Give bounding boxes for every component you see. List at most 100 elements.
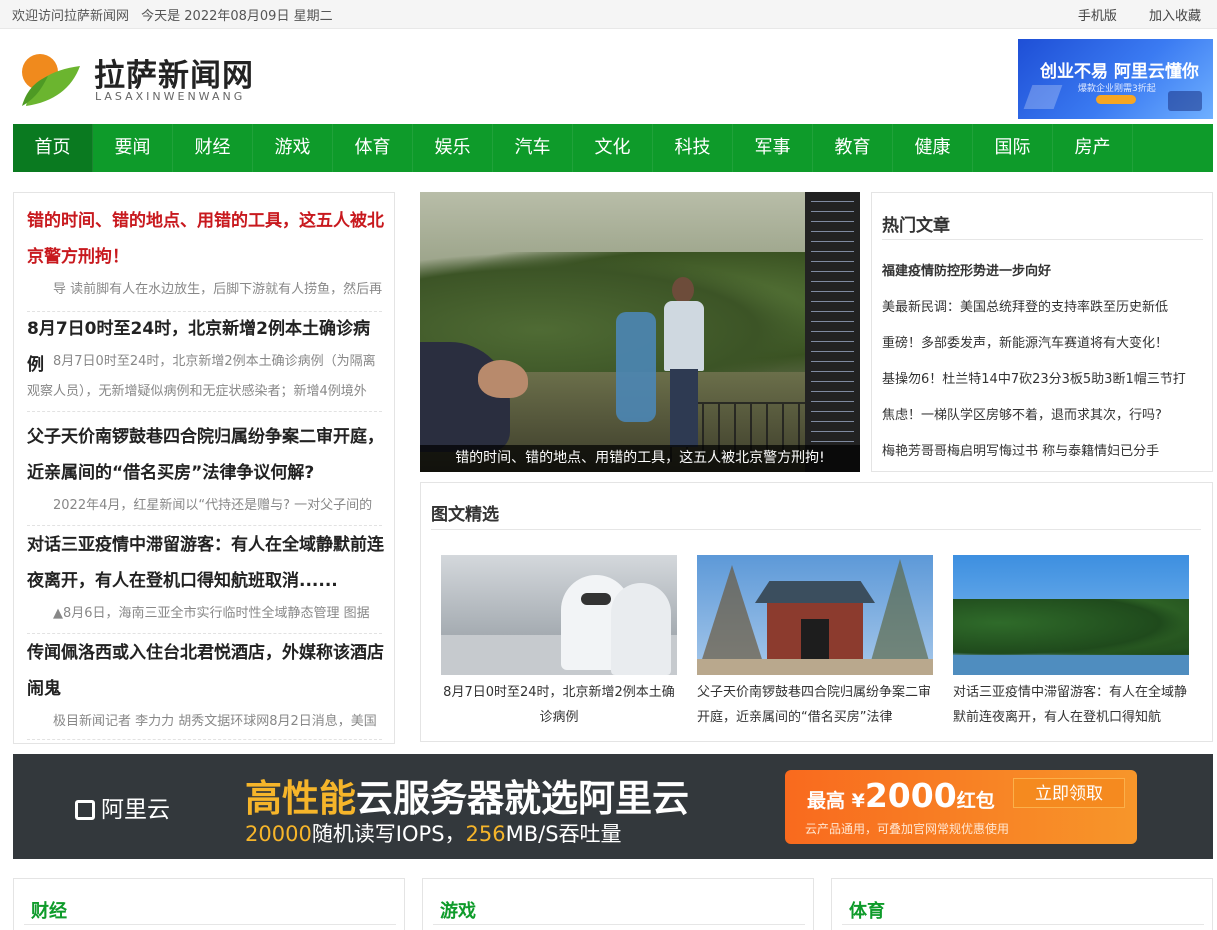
- photo-coat: [616, 312, 656, 422]
- section-title[interactable]: 体育: [849, 897, 885, 923]
- header-ad-button: [1096, 95, 1136, 104]
- nav-item[interactable]: 汽车: [493, 124, 573, 172]
- hot-article-link[interactable]: 美最新民调：美国总统拜登的支持率跌至历史新低: [882, 296, 1207, 315]
- coupon-prefix: 最高 ¥: [807, 790, 865, 812]
- divider: [24, 924, 396, 925]
- coupon-value: 2000: [864, 776, 957, 815]
- photo-hand: [478, 360, 528, 398]
- featured-caption[interactable]: 错的时间、错的地点、用错的工具，这五人被北京警方刑拘!: [420, 445, 860, 472]
- news-summary: 8月7日0时至24时，北京新增2例本土确诊病例（为隔离观察人员），无新增疑似病例…: [27, 354, 376, 399]
- nav-item[interactable]: 体育: [333, 124, 413, 172]
- ad-decoration: [1168, 91, 1202, 111]
- news-summary: 导 读前脚有人在水边放生，后脚下游就有人捞鱼，然后再: [53, 282, 383, 297]
- aliyun-brand: 阿里云: [101, 797, 170, 823]
- claim-coupon-button[interactable]: 立即领取: [1013, 778, 1125, 808]
- section-panel-sports: 体育: [831, 878, 1213, 930]
- nav-item[interactable]: 国际: [973, 124, 1053, 172]
- photo-pick-caption[interactable]: 8月7日0时至24时，北京新增2例本土确诊病例: [441, 680, 677, 730]
- photo-pick-card[interactable]: 父子天价南锣鼓巷四合院归属纷争案二审开庭，近亲属间的“借名买房”法律: [697, 555, 933, 730]
- nav-item[interactable]: 教育: [813, 124, 893, 172]
- welcome-message: 欢迎访问拉萨新闻网: [12, 9, 130, 24]
- divider: [433, 924, 805, 925]
- welcome-text: 欢迎访问拉萨新闻网 今天是 2022年08月09日 星期二: [12, 5, 341, 24]
- news-summary: ▲8月6日，海南三亚全市实行临时性全域静态管理 图据: [53, 606, 370, 621]
- top-links: 手机版 加入收藏: [1050, 5, 1201, 24]
- nav-item[interactable]: 财经: [173, 124, 253, 172]
- photo-pick-card[interactable]: 8月7日0时至24时，北京新增2例本土确诊病例: [441, 555, 677, 730]
- ad-throughput-label: MB/S吞吐量: [505, 822, 622, 846]
- nav-item[interactable]: 健康: [893, 124, 973, 172]
- ad-decoration: [1023, 85, 1063, 109]
- photo-pick-image[interactable]: [953, 555, 1189, 675]
- hot-articles-panel: 热门文章 福建疫情防控形势进一步向好 美最新民调：美国总统拜登的支持率跌至历史新…: [871, 192, 1213, 472]
- current-date: 今天是 2022年08月09日 星期二: [141, 9, 333, 24]
- nav-item[interactable]: 房产: [1053, 124, 1133, 172]
- news-summary: 2022年4月，红星新闻以“代持还是赠与? 一对父子间的: [53, 498, 373, 513]
- ad-subheadline: 20000随机读写IOPS，256MB/S吞吐量: [245, 818, 622, 848]
- section-panel-games: 游戏: [422, 878, 814, 930]
- ad-iops-label: 随机读写IOPS，: [311, 822, 466, 846]
- featured-news-image[interactable]: 错的时间、错的地点、用错的工具，这五人被北京警方刑拘!: [420, 192, 860, 472]
- header-ad-subline: 爆款企业刚需3折起: [1078, 84, 1156, 94]
- mobile-version-link[interactable]: 手机版: [1078, 9, 1117, 24]
- aliyun-logo: 阿里云: [75, 790, 170, 824]
- hot-article-link[interactable]: 福建疫情防控形势进一步向好: [882, 260, 1207, 279]
- aliyun-bracket-icon: [75, 800, 95, 820]
- hot-articles-heading: 热门文章: [882, 216, 950, 236]
- hot-article-link[interactable]: 梅艳芳哥哥梅启明写悔过书 称与泰籍情妇已分手: [882, 440, 1207, 459]
- header-ad-headline: 创业不易 阿里云懂你: [1040, 62, 1199, 82]
- hot-article-link[interactable]: 重磅！多部委发声，新能源汽车赛道将有大变化！: [882, 332, 1207, 351]
- news-title[interactable]: 错的时间、错的地点、用错的工具，这五人被北京警方刑拘！: [27, 203, 385, 275]
- divider: [27, 739, 382, 740]
- nav-item[interactable]: 文化: [573, 124, 653, 172]
- news-title[interactable]: 对话三亚疫情中滞留游客：有人在全域静默前连夜离开，有人在登机口得知航班取消...…: [27, 527, 385, 599]
- add-favorite-link[interactable]: 加入收藏: [1149, 9, 1201, 24]
- news-title[interactable]: 传闻佩洛西或入住台北君悦酒店，外媒称该酒店闹鬼: [27, 635, 385, 707]
- photo-picks-heading: 图文精选: [431, 505, 499, 525]
- nav-item[interactable]: 要闻: [93, 124, 173, 172]
- photo-picks-panel: 图文精选 8月7日0时至24时，北京新增2例本土确诊病例 父子天价南锣鼓巷四合院…: [420, 482, 1213, 742]
- coupon-suffix: 红包: [956, 790, 995, 812]
- section-title[interactable]: 游戏: [440, 897, 476, 923]
- site-subtitle: LASAXINWENWANG: [95, 90, 246, 103]
- ad-headline: 高性能云服务器就选阿里云: [245, 768, 689, 822]
- nav-item[interactable]: 科技: [653, 124, 733, 172]
- news-title[interactable]: 父子天价南锣鼓巷四合院归属纷争案二审开庭，近亲属间的“借名买房”法律争议何解?: [27, 419, 385, 491]
- ad-headline-highlight: 高性能: [245, 777, 356, 820]
- divider: [431, 529, 1201, 530]
- nav-item[interactable]: 军事: [733, 124, 813, 172]
- left-news-list: 错的时间、错的地点、用错的工具，这五人被北京警方刑拘！ 导 读前脚有人在水边放生…: [13, 192, 395, 744]
- photo-pick-card[interactable]: 对话三亚疫情中滞留游客：有人在全域静默前连夜离开，有人在登机口得知航: [953, 555, 1189, 730]
- ad-coupon[interactable]: 最高 ¥2000红包 立即领取 云产品通用，可叠加官网常规优惠使用: [785, 770, 1137, 844]
- main-nav: 首页 要闻 财经 游戏 体育 娱乐 汽车 文化 科技 军事 教育 健康 国际 房产: [13, 124, 1213, 172]
- section-title[interactable]: 财经: [31, 897, 67, 923]
- ad-iops-value: 20000: [245, 822, 312, 846]
- photo-pick-image[interactable]: [697, 555, 933, 675]
- photo-pick-caption[interactable]: 对话三亚疫情中滞留游客：有人在全域静默前连夜离开，有人在登机口得知航: [953, 680, 1189, 730]
- top-bar: 欢迎访问拉萨新闻网 今天是 2022年08月09日 星期二 手机版 加入收藏: [0, 0, 1217, 29]
- nav-item[interactable]: 娱乐: [413, 124, 493, 172]
- coupon-amount: 最高 ¥2000红包: [807, 776, 995, 815]
- hot-article-link[interactable]: 基操勿6！杜兰特14中7砍23分3板5助3断1帽三节打: [882, 368, 1207, 387]
- ad-throughput-value: 256: [465, 822, 506, 846]
- photo-pick-caption[interactable]: 父子天价南锣鼓巷四合院归属纷争案二审开庭，近亲属间的“借名买房”法律: [697, 680, 933, 730]
- coupon-note: 云产品通用，可叠加官网常规优惠使用: [805, 822, 1010, 836]
- photo-pick-image[interactable]: [441, 555, 677, 675]
- hot-article-link[interactable]: 焦虑！一梯队学区房够不着，退而求其次，行吗?: [882, 404, 1207, 423]
- logo-leaf-icon[interactable]: [20, 52, 82, 108]
- ad-headline-rest: 云服务器就选阿里云: [356, 777, 689, 820]
- aliyun-banner-ad[interactable]: 阿里云 高性能云服务器就选阿里云 20000随机读写IOPS，256MB/S吞吐…: [13, 754, 1213, 859]
- news-summary: 极目新闻记者 李力力 胡秀文据环球网8月2日消息，美国: [53, 714, 377, 729]
- nav-item[interactable]: 首页: [13, 124, 93, 172]
- nav-item[interactable]: 游戏: [253, 124, 333, 172]
- section-panel-finance: 财经: [13, 878, 405, 930]
- site-title[interactable]: 拉萨新闻网: [94, 50, 254, 95]
- divider: [842, 924, 1204, 925]
- divider: [27, 525, 382, 526]
- divider: [27, 633, 382, 634]
- divider: [882, 239, 1203, 240]
- photo-screen-overlay: [805, 192, 860, 472]
- photo-person: [662, 277, 704, 447]
- header-advert[interactable]: 创业不易 阿里云懂你 爆款企业刚需3折起: [1018, 39, 1213, 119]
- divider: [27, 411, 382, 412]
